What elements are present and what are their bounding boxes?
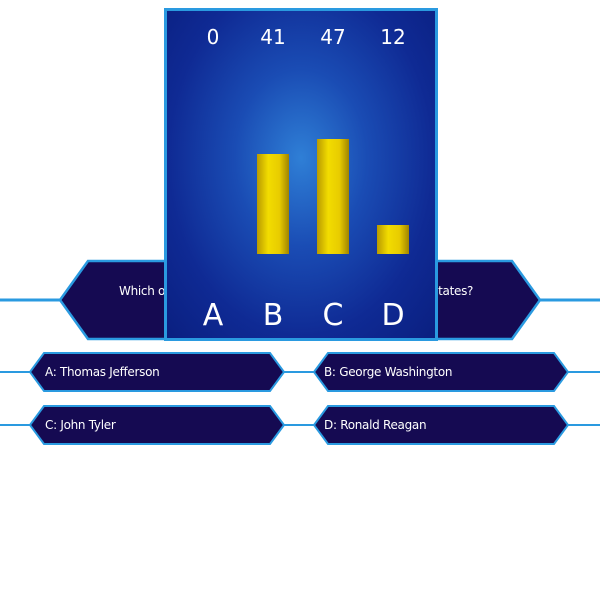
answer-c-label[interactable]: C: John Tyler <box>45 417 116 433</box>
audience-bar-d <box>377 225 409 254</box>
audience-letter-d: D <box>381 298 405 333</box>
audience-bar-c <box>317 139 349 254</box>
audience-percent-a: 0 <box>206 25 220 49</box>
audience-percent-b: 41 <box>260 25 286 49</box>
audience-bar-b <box>257 154 289 254</box>
answer-d-label[interactable]: D: Ronald Reagan <box>324 417 427 433</box>
audience-percent-d: 12 <box>380 25 406 49</box>
audience-letter-b: B <box>262 298 284 333</box>
audience-percent-c: 47 <box>320 25 346 49</box>
audience-letter-a: A <box>202 298 224 333</box>
question-text: Which of <box>119 284 169 298</box>
answer-b-label[interactable]: B: George Washington <box>324 364 452 380</box>
game-stage: Which of d States? A: Thomas Jefferson B… <box>0 0 600 600</box>
audience-letter-c: C <box>322 298 344 333</box>
answer-a-label[interactable]: A: Thomas Jefferson <box>45 364 160 380</box>
ask-the-audience-panel: 0 41 47 12 A B C D <box>164 8 438 341</box>
